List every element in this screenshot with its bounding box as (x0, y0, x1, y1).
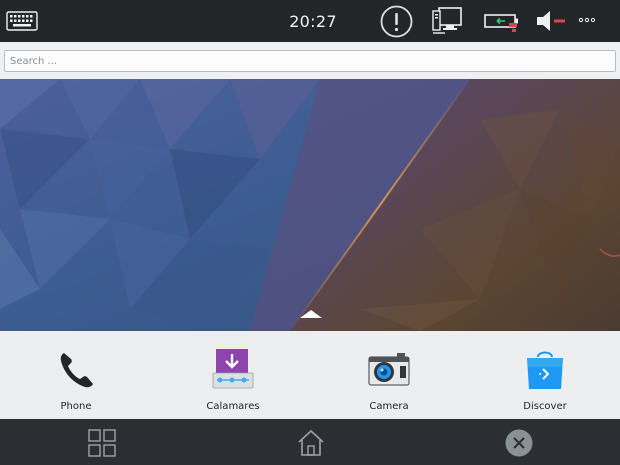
app-grid-icon[interactable] (86, 427, 118, 459)
app-calamares[interactable]: Calamares (173, 331, 293, 419)
calamares-icon (212, 347, 254, 391)
status-bar: 20:27 (0, 0, 620, 42)
app-dock: Phone Calamares Camera Discover (0, 331, 620, 420)
app-phone[interactable]: Phone (16, 331, 136, 419)
wallpaper (0, 79, 620, 331)
battery-icon[interactable] (483, 10, 523, 36)
search-input[interactable] (4, 50, 616, 72)
expand-arrow-icon[interactable] (299, 305, 323, 318)
app-label: Camera (369, 401, 409, 412)
app-label: Calamares (206, 401, 260, 412)
camera-icon (368, 347, 410, 391)
app-discover[interactable]: Discover (485, 331, 605, 419)
more-icon[interactable] (578, 12, 596, 28)
search-bar (0, 42, 620, 79)
notification-icon[interactable] (380, 5, 413, 38)
navigation-bar (0, 419, 620, 465)
volume-muted-icon[interactable] (535, 8, 567, 34)
keyboard-icon[interactable] (6, 11, 38, 31)
network-icon[interactable] (431, 6, 463, 36)
close-icon[interactable] (503, 427, 535, 459)
phone-icon (56, 347, 96, 391)
clock: 20:27 (289, 12, 337, 31)
app-camera[interactable]: Camera (329, 331, 449, 419)
app-label: Phone (60, 401, 92, 412)
app-label: Discover (523, 401, 567, 412)
discover-icon (525, 347, 565, 391)
home-icon[interactable] (295, 427, 327, 459)
